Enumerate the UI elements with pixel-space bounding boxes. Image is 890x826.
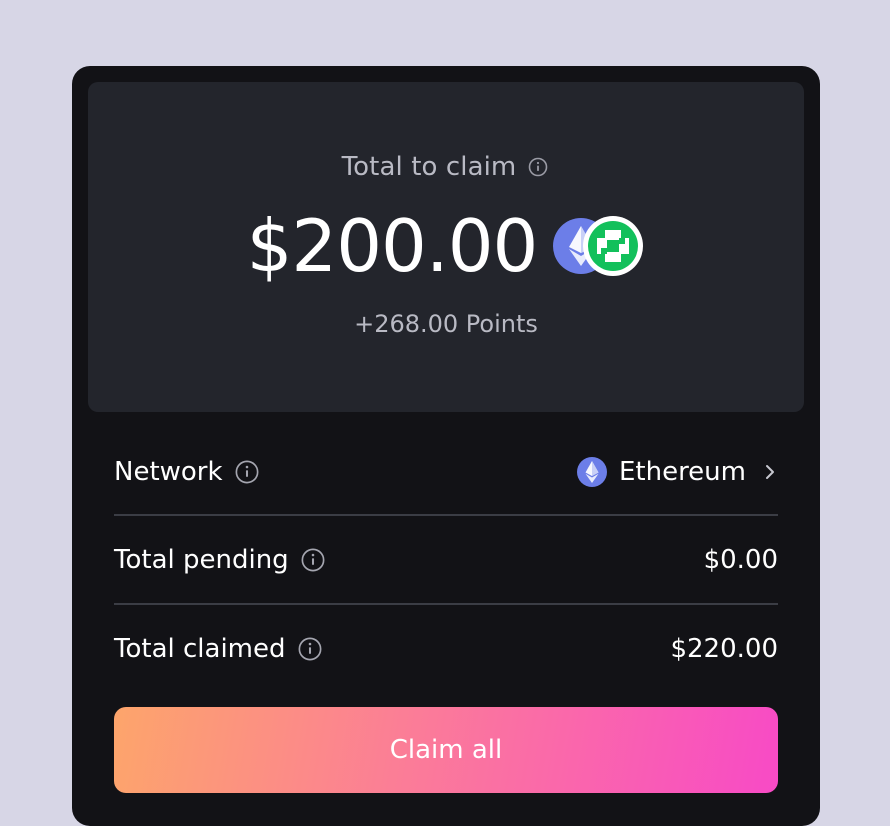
total-to-claim-label: Total to claim [341, 152, 517, 182]
total-to-claim-header: Total to claim [88, 152, 804, 182]
info-icon[interactable] [298, 637, 322, 661]
total-pending-label: Total pending [114, 545, 289, 575]
chevron-right-icon[interactable] [764, 461, 778, 483]
total-claimed-row: Total claimed $220.00 [114, 605, 778, 693]
green-token-icon [583, 216, 644, 276]
total-pending-row: Total pending $0.00 [114, 516, 778, 604]
points-earned: +268.00 Points [354, 310, 538, 338]
network-label-group: Network [114, 457, 259, 487]
total-claimed-value: $220.00 [670, 634, 778, 664]
network-selector[interactable]: Ethereum [576, 457, 778, 487]
network-row[interactable]: Network Ethereum [114, 428, 778, 516]
claim-amount-row: $200.00 [88, 206, 804, 286]
total-claimed-label-group: Total claimed [114, 634, 322, 664]
claim-card: Total to claim $200.00 +268.00 Points Ne… [72, 66, 820, 826]
total-pending-value: $0.00 [703, 545, 778, 575]
claim-summary-panel: Total to claim $200.00 +268.00 Points [88, 82, 804, 412]
network-label: Network [114, 457, 223, 487]
total-to-claim-amount: $200.00 [246, 204, 539, 288]
info-icon[interactable] [526, 155, 550, 179]
total-pending-label-group: Total pending [114, 545, 325, 575]
ethereum-icon [576, 457, 607, 487]
network-value: Ethereum [618, 457, 746, 487]
info-icon[interactable] [301, 548, 325, 572]
info-icon[interactable] [235, 460, 259, 484]
token-icons [553, 216, 645, 276]
claim-all-button[interactable]: Claim all [114, 707, 778, 793]
total-claimed-label: Total claimed [114, 634, 286, 664]
